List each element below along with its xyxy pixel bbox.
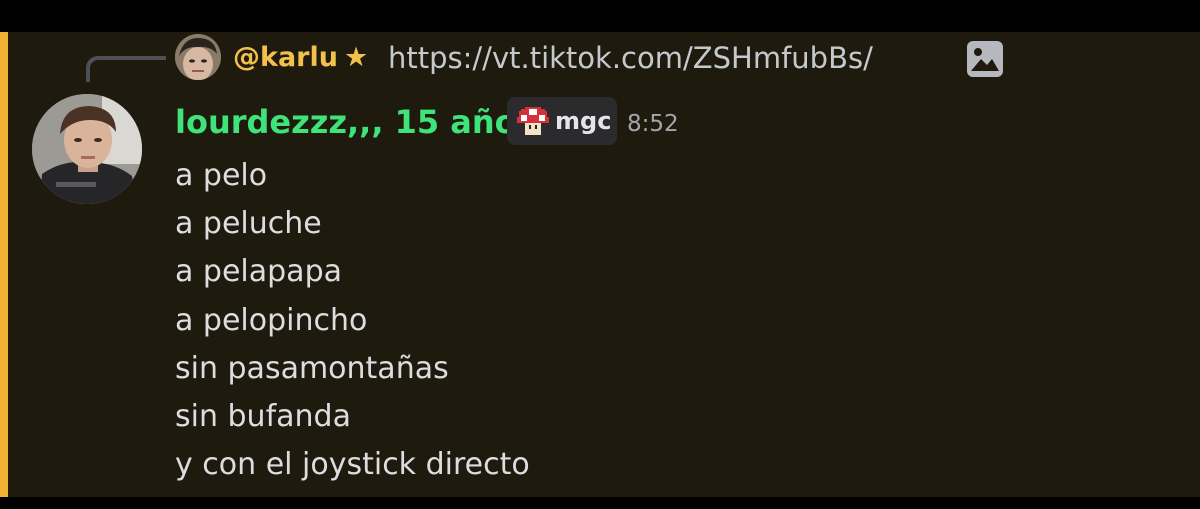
message-content: a pelo a peluche a pelapapa a pelopincho… xyxy=(175,152,530,489)
bottom-bar xyxy=(0,497,1200,509)
message-line: sin bufanda xyxy=(175,398,351,434)
reply-avatar[interactable] xyxy=(175,34,221,80)
message-line: a pelopincho xyxy=(175,302,368,338)
reply-connector xyxy=(86,56,166,82)
top-bar xyxy=(0,0,1200,32)
role-tag[interactable]: mgc xyxy=(507,97,617,145)
mushroom-icon xyxy=(517,107,549,137)
message-line: a peluche xyxy=(175,206,322,242)
message-line: sin pasamontañas xyxy=(175,350,449,386)
role-label: mgc xyxy=(555,107,612,135)
reply-preview-text[interactable]: https://vt.tiktok.com/ZSHmfubBs/ xyxy=(388,40,873,76)
star-icon: ★ xyxy=(344,42,369,73)
message-line: y con el joystick directo xyxy=(175,447,530,483)
message-line: a pelapapa xyxy=(175,254,342,290)
mention-highlight-bar xyxy=(0,32,8,497)
message-author-name[interactable]: lourdezzz,,, 15 años xyxy=(175,102,536,142)
user-avatar[interactable] xyxy=(32,94,142,204)
image-icon xyxy=(966,40,1004,78)
message-timestamp[interactable]: 8:52 xyxy=(627,108,679,140)
reply-author-name[interactable]: @karlu xyxy=(233,40,338,76)
message-line: a pelo xyxy=(175,158,268,193)
chat-message[interactable]: @karlu ★ https://vt.tiktok.com/ZSHmfubBs… xyxy=(0,32,1200,497)
